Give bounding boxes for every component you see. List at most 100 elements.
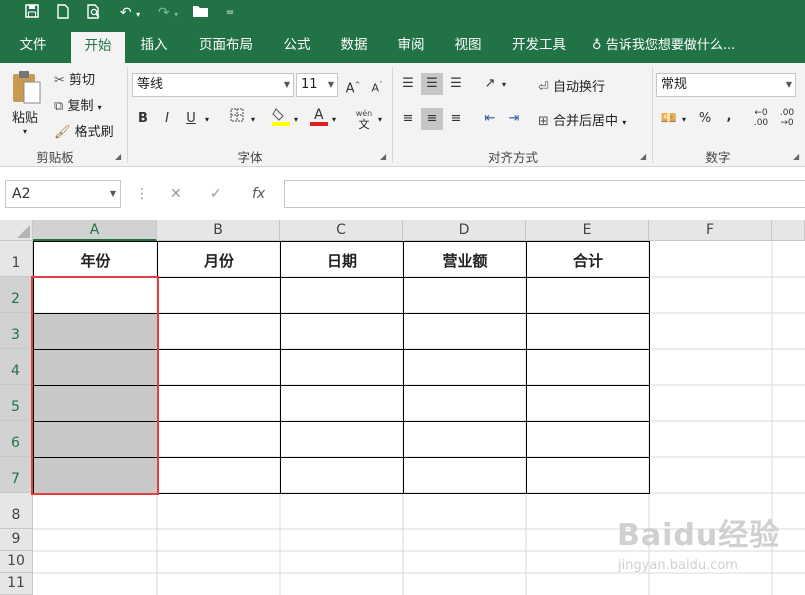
tell-me-box[interactable]: ♁ 告诉我您想要做什么... xyxy=(592,27,762,63)
decrease-indent-icon[interactable]: ⇤ xyxy=(479,108,501,130)
table-cell[interactable] xyxy=(33,277,158,314)
table-cell[interactable] xyxy=(280,421,404,458)
copy-button[interactable]: ⧉ 复制 ▾ xyxy=(54,95,102,114)
increase-font-icon[interactable]: A^ xyxy=(342,74,364,96)
font-name-select[interactable]: 等线 ▼ xyxy=(132,73,294,97)
open-folder-icon[interactable] xyxy=(188,4,214,22)
table-cell[interactable] xyxy=(403,385,527,422)
align-middle-icon[interactable]: ☰ xyxy=(421,73,443,95)
table-cell[interactable] xyxy=(280,349,404,386)
number-format-select[interactable]: 常规 ▼ xyxy=(656,73,796,97)
header-cell-total[interactable]: 合计 xyxy=(526,241,650,278)
table-cell[interactable] xyxy=(280,457,404,494)
table-cell[interactable] xyxy=(526,385,650,422)
table-cell[interactable] xyxy=(280,385,404,422)
table-cell[interactable] xyxy=(280,313,404,350)
increase-decimal-icon[interactable]: ←0.00 xyxy=(750,108,772,130)
more-icon: ⋮ xyxy=(135,186,149,202)
font-color-icon[interactable]: A xyxy=(308,106,330,128)
table-cell[interactable] xyxy=(33,385,158,422)
decrease-decimal-icon[interactable]: .00 →0 xyxy=(776,108,798,130)
orientation-icon[interactable]: ↗ xyxy=(479,73,501,95)
align-top-icon[interactable]: ☰ xyxy=(397,73,419,95)
name-box[interactable]: A2 ▼ xyxy=(5,180,121,208)
paste-button[interactable]: 粘贴 ▾ xyxy=(6,67,46,141)
tab-insert[interactable]: 插入 xyxy=(131,27,177,63)
header-cell-revenue[interactable]: 营业额 xyxy=(403,241,527,278)
header-cell-date[interactable]: 日期 xyxy=(280,241,404,278)
table-cell[interactable] xyxy=(526,421,650,458)
table-cell[interactable] xyxy=(33,313,158,350)
save-icon[interactable] xyxy=(22,4,42,22)
tab-file[interactable]: 文件 xyxy=(10,27,56,63)
cut-button[interactable]: ✂ 剪切 xyxy=(54,69,95,88)
merge-center-button[interactable]: ⊞ 合并后居中 ▾ xyxy=(538,110,626,129)
dialog-launcher-icon[interactable]: ◢ xyxy=(640,152,646,161)
table-cell[interactable] xyxy=(157,349,281,386)
dialog-launcher-icon[interactable]: ◢ xyxy=(793,152,799,161)
number-group-label: 数字 xyxy=(705,150,731,165)
table-cell[interactable] xyxy=(157,385,281,422)
table-cell[interactable] xyxy=(33,421,158,458)
tab-review[interactable]: 审阅 xyxy=(388,27,434,63)
table-cell[interactable] xyxy=(403,313,527,350)
align-center-icon[interactable]: ≡ xyxy=(421,108,443,130)
borders-icon[interactable] xyxy=(226,108,248,130)
bold-button[interactable]: B xyxy=(132,108,154,130)
tab-view[interactable]: 视图 xyxy=(445,27,491,63)
tab-home[interactable]: 开始 xyxy=(71,32,125,63)
table-cell[interactable] xyxy=(403,457,527,494)
align-right-icon[interactable]: ≡ xyxy=(445,108,467,130)
font-size-select[interactable]: 11 ▼ xyxy=(296,73,338,97)
tab-page-layout[interactable]: 页面布局 xyxy=(190,27,262,63)
table-cell[interactable] xyxy=(526,349,650,386)
table-cell[interactable] xyxy=(157,421,281,458)
align-bottom-icon[interactable]: ☰ xyxy=(445,73,467,95)
header-cell-month[interactable]: 月份 xyxy=(157,241,281,278)
header-cell-year[interactable]: 年份 xyxy=(33,241,158,278)
print-preview-icon[interactable] xyxy=(84,4,104,22)
currency-icon[interactable]: 💴 xyxy=(658,108,680,130)
table-cell[interactable] xyxy=(157,277,281,314)
comma-button[interactable]: , xyxy=(718,106,740,128)
insert-function-button[interactable]: fx xyxy=(252,180,265,208)
format-painter-button[interactable]: 🖌 格式刷 xyxy=(54,121,114,140)
table-cell[interactable] xyxy=(403,277,527,314)
table-cell[interactable] xyxy=(526,277,650,314)
phonetic-guide-icon[interactable]: wén 文 xyxy=(352,107,376,131)
percent-button[interactable]: % xyxy=(694,108,716,130)
clipboard-group-label: 剪贴板 xyxy=(36,150,74,165)
table-cell[interactable] xyxy=(157,313,281,350)
table-cell[interactable] xyxy=(403,349,527,386)
decrease-font-icon[interactable]: Aˇ xyxy=(366,74,388,96)
font-group-label: 字体 xyxy=(237,150,263,165)
table-cell[interactable] xyxy=(157,457,281,494)
tab-formulas[interactable]: 公式 xyxy=(275,27,319,63)
italic-button[interactable]: I xyxy=(156,108,178,130)
dialog-launcher-icon[interactable]: ◢ xyxy=(380,152,386,161)
align-left-icon[interactable]: ≡ xyxy=(397,108,419,130)
wrap-text-button[interactable]: ⏎ 自动换行 xyxy=(538,76,605,95)
customize-qat-icon[interactable]: = xyxy=(220,4,240,22)
table-cell[interactable] xyxy=(280,277,404,314)
table-cell[interactable] xyxy=(403,421,527,458)
tab-data[interactable]: 数据 xyxy=(331,27,377,63)
table-cell[interactable] xyxy=(526,457,650,494)
chevron-down-icon: ▾ xyxy=(205,115,210,124)
table-cell[interactable] xyxy=(526,313,650,350)
fill-color-icon[interactable] xyxy=(270,106,292,128)
tab-developer[interactable]: 开发工具 xyxy=(503,27,575,63)
ribbon-tabs: 文件 开始 插入 页面布局 公式 数据 审阅 视图 开发工具 ♁ 告诉我您想要做… xyxy=(0,27,805,63)
table-cell[interactable] xyxy=(33,349,158,386)
formula-input[interactable] xyxy=(284,180,805,208)
undo-icon[interactable]: ↶ ▾ xyxy=(115,4,145,22)
table-cell[interactable] xyxy=(33,457,158,494)
cancel-icon[interactable]: ✕ xyxy=(170,180,182,208)
redo-icon[interactable]: ↷ ▾ xyxy=(153,4,183,22)
baidu-watermark-url: jingyan.baidu.com xyxy=(618,558,738,573)
enter-icon[interactable]: ✓ xyxy=(210,180,222,208)
dialog-launcher-icon[interactable]: ◢ xyxy=(115,152,121,161)
underline-button[interactable]: U xyxy=(180,108,202,130)
increase-indent-icon[interactable]: ⇥ xyxy=(503,108,525,130)
new-file-icon[interactable] xyxy=(53,4,73,22)
